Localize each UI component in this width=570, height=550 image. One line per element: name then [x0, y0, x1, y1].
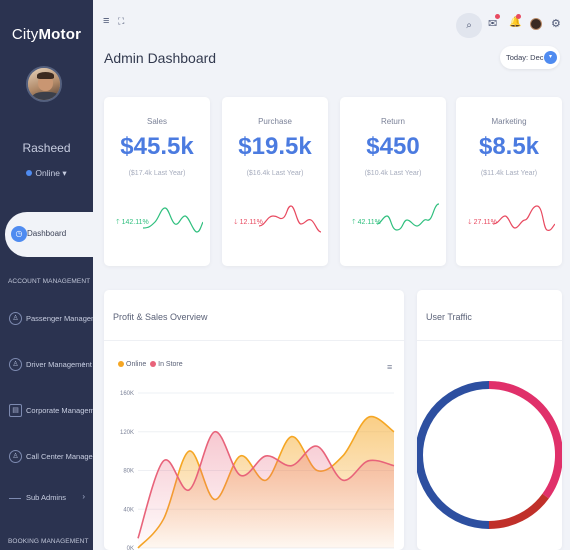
sidebar-item-driver-management[interactable]: ♙ Driver Management › [0, 355, 93, 377]
avatar-hair [37, 72, 54, 79]
fullscreen-icon[interactable]: ⛶ [118, 16, 124, 27]
stat-card-sales: Sales $45.5k ($17.4k Last Year) 🡑 142.11… [104, 97, 210, 266]
online-dot-icon [26, 170, 33, 176]
sidebar-item-label: Passenger Management [26, 314, 93, 323]
y-tick-label: 160K [120, 391, 134, 397]
stat-sub: ($16.4k Last Year) [246, 170, 304, 177]
user-icon: ♙ [9, 312, 22, 325]
sidebar-item-sub-admins[interactable]: Sub Admins › [0, 488, 93, 510]
stat-label: Marketing [491, 117, 527, 126]
user-traffic-chart [417, 381, 562, 529]
search-button[interactable]: ⌕ [456, 13, 482, 38]
section-booking-management: BOOKING MANAGEMENT [8, 538, 89, 545]
sidebar-item-corporate-management[interactable]: ▤ Corporate Management [0, 401, 93, 423]
stat-value: $19.5k [238, 133, 312, 160]
sidebar: CityMotor Rasheed Online ▾ ◷ Dashboard A… [0, 0, 93, 550]
stat-label: Purchase [258, 117, 292, 126]
chevron-down-icon: ▾ [62, 168, 67, 178]
stat-value: $45.5k [120, 133, 194, 160]
sparkline [377, 203, 439, 231]
sidebar-item-dashboard[interactable]: ◷ Dashboard [5, 212, 93, 257]
arrow-down-icon: 🡓 [234, 219, 238, 226]
brand-part1: City [11, 26, 39, 43]
chevron-down-icon[interactable]: ▾ [544, 51, 557, 64]
stat-card-purchase: Purchase $19.5k ($16.4k Last Year) 🡓 12.… [222, 97, 328, 266]
sidebar-item-call-center-management[interactable]: ♙ Call Center Management [0, 447, 93, 469]
sidebar-item-passenger-management[interactable]: ♙ Passenger Management [0, 309, 93, 331]
arrow-down-icon: 🡓 [468, 219, 472, 226]
brand-logo[interactable]: CityMotor [0, 26, 93, 43]
stat-card-marketing: Marketing $8.5k ($11.4k Last Year) 🡓 27.… [456, 97, 562, 266]
sparkline [142, 207, 203, 233]
stat-label: Return [380, 117, 405, 126]
mail-icon[interactable]: ✉ [488, 17, 497, 30]
sidebar-item-label: Call Center Management [26, 452, 93, 461]
mail-badge [495, 14, 500, 19]
building-icon: ▤ [9, 404, 22, 417]
search-icon: ⌕ [466, 20, 472, 31]
arrow-up-icon: 🡑 [352, 219, 356, 226]
chevron-right-icon: › [82, 492, 85, 501]
avatar-body [31, 92, 60, 100]
chevron-right-icon: › [82, 359, 85, 368]
y-tick-label: 120K [120, 430, 134, 436]
user-status-label: Online [35, 168, 60, 178]
user-avatar-button[interactable] [530, 18, 542, 30]
stat-value: $450 [366, 133, 420, 160]
sidebar-item-label: Corporate Management [26, 406, 93, 415]
user-icon: ♙ [9, 358, 22, 371]
stat-value: $8.5k [478, 133, 540, 160]
profit-sales-chart: 0K 40K 80K 120K 160K [120, 391, 395, 550]
dash-icon [9, 498, 21, 499]
page-title: Admin Dashboard [104, 50, 217, 66]
sparkline [493, 205, 555, 231]
gear-icon[interactable]: ⚙ [551, 17, 561, 30]
sparkline [259, 205, 321, 233]
section-account-management: ACCOUNT MANAGEMENT [8, 278, 91, 285]
user-name: Rasheed [22, 141, 71, 155]
stat-sub: ($10.4k Last Year) [364, 170, 422, 177]
menu-toggle-icon[interactable]: ≡ [103, 15, 109, 27]
sidebar-item-label: Dashboard [27, 229, 67, 238]
donut-segment[interactable] [417, 381, 490, 529]
sidebar-item-label: Sub Admins [26, 493, 67, 502]
y-tick-label: 0K [127, 546, 134, 550]
y-tick-label: 40K [123, 507, 134, 513]
dashboard-icon: ◷ [11, 226, 27, 242]
stat-sub: ($17.4k Last Year) [128, 170, 186, 177]
stat-sub: ($11.4k Last Year) [480, 170, 538, 177]
y-tick-label: 80K [123, 469, 134, 475]
donut-segment[interactable] [488, 493, 549, 529]
brand-part2: Motor [38, 26, 82, 43]
date-picker[interactable]: Today: Dec 26 ▾ [500, 46, 560, 69]
arrow-up-icon: 🡑 [116, 219, 120, 226]
stat-card-return: Return $450 ($10.4k Last Year) 🡑 42.11% [340, 97, 446, 266]
donut-segment[interactable] [488, 381, 562, 499]
stat-label: Sales [146, 117, 167, 126]
profit-sales-panel: Profit & Sales Overview Online In Store … [104, 290, 404, 550]
avatar[interactable] [26, 66, 62, 102]
user-status-dropdown[interactable]: Online ▾ [0, 168, 93, 179]
user-icon: ♙ [9, 450, 22, 463]
bell-badge [516, 14, 521, 19]
user-traffic-panel: User Traffic [417, 290, 562, 550]
